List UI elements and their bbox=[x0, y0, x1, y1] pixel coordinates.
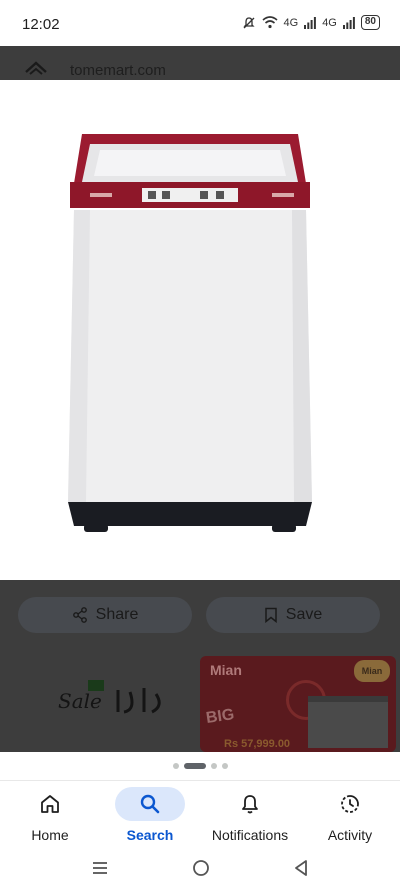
product-image-area[interactable] bbox=[0, 80, 400, 580]
source-site-link[interactable]: tomemart.com bbox=[70, 62, 166, 79]
status-bar: 12:02 4G 4G 80 bbox=[0, 0, 400, 46]
network-label-2: 4G bbox=[322, 16, 337, 29]
network-label-1: 4G bbox=[283, 16, 299, 29]
pager-dot bbox=[172, 763, 179, 769]
carousel-pager bbox=[0, 752, 400, 780]
pager-dot bbox=[221, 763, 228, 769]
mian-big-text: BIG bbox=[204, 706, 236, 727]
home-button-icon[interactable] bbox=[192, 859, 210, 877]
svg-text:Sale: Sale bbox=[58, 689, 102, 713]
status-icons: 4G 4G 80 bbox=[242, 15, 380, 30]
mute-icon bbox=[242, 16, 255, 28]
battery-indicator: 80 bbox=[360, 15, 380, 30]
related-image-mian[interactable]: Mian Mian BIG Rs 57,999.00 bbox=[200, 656, 396, 752]
nav-item-notifications[interactable]: Notifications bbox=[200, 781, 300, 848]
activity-icon bbox=[341, 795, 359, 813]
mian-logo-text: Mian bbox=[210, 662, 242, 678]
pager-dot-active bbox=[183, 763, 206, 769]
nav-label-home: Home bbox=[31, 827, 69, 843]
back-icon[interactable] bbox=[293, 859, 309, 877]
status-time: 12:02 bbox=[22, 16, 60, 33]
mian-washer-image bbox=[308, 696, 388, 748]
nav-label-search: Search bbox=[126, 827, 174, 843]
wifi-icon bbox=[261, 16, 278, 29]
share-label: Share bbox=[95, 606, 139, 623]
sale-logo-image: Sale bbox=[58, 680, 161, 714]
bookmark-icon bbox=[265, 607, 277, 623]
source-bar[interactable] bbox=[0, 46, 400, 80]
related-image-sale[interactable]: Sale bbox=[40, 660, 190, 750]
share-icon bbox=[72, 607, 87, 623]
mian-price: Rs 57,999.00 bbox=[224, 738, 291, 750]
save-button[interactable]: Save bbox=[206, 597, 380, 633]
signal-icon bbox=[342, 16, 355, 29]
bottom-nav: Home Search Notifications Activity bbox=[0, 780, 400, 848]
search-icon bbox=[140, 794, 160, 814]
mian-badge: Mian bbox=[354, 660, 390, 682]
pager-dot bbox=[210, 763, 217, 769]
home-icon bbox=[41, 795, 59, 813]
nav-label-activity: Activity bbox=[327, 827, 373, 843]
system-nav-bar bbox=[0, 848, 400, 888]
nav-label-notifications: Notifications bbox=[211, 827, 289, 843]
recent-apps-icon[interactable] bbox=[91, 860, 109, 876]
nav-item-home[interactable]: Home bbox=[0, 781, 100, 848]
nav-item-search[interactable]: Search bbox=[100, 781, 200, 848]
nav-item-activity[interactable]: Activity bbox=[300, 781, 400, 848]
save-label: Save bbox=[285, 606, 323, 623]
share-button[interactable]: Share bbox=[18, 597, 192, 633]
signal-icon bbox=[304, 16, 317, 29]
washing-machine-image bbox=[68, 134, 312, 532]
bell-icon bbox=[242, 795, 258, 814]
site-logo-icon bbox=[25, 61, 47, 75]
